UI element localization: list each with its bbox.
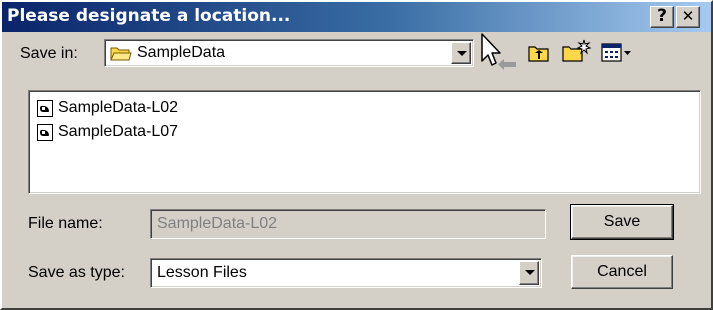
save-as-type-label: Save as type: — [28, 264, 125, 281]
save-in-label: Save in: — [20, 45, 78, 62]
save-as-type-dropdown[interactable]: Lesson Files — [150, 258, 542, 288]
lesson-file-icon — [37, 99, 53, 117]
title-bar[interactable]: Please designate a location... ? ✕ — [2, 2, 711, 32]
save-dialog: Please designate a location... ? ✕ Save … — [0, 0, 713, 310]
file-name-label: File name: — [28, 215, 103, 232]
save-in-dropdown-arrow[interactable] — [451, 42, 471, 64]
save-as-type-value: Lesson Files — [157, 264, 247, 281]
list-item[interactable]: SampleData-L07 — [37, 121, 178, 143]
help-button[interactable]: ? — [650, 6, 674, 28]
list-item[interactable]: SampleData-L02 — [37, 97, 178, 119]
new-folder-icon[interactable] — [562, 39, 592, 63]
window-title: Please designate a location... — [7, 6, 291, 26]
up-folder-icon[interactable] — [528, 43, 550, 63]
folder-icon — [110, 47, 132, 61]
lesson-file-icon — [37, 123, 53, 141]
cancel-button[interactable]: Cancel — [571, 255, 673, 289]
view-menu-icon[interactable] — [601, 43, 633, 63]
file-name-value: SampleData-L02 — [157, 215, 278, 232]
back-icon[interactable] — [498, 57, 518, 71]
save-button[interactable]: Save — [570, 204, 674, 240]
save-in-value: SampleData — [137, 44, 226, 61]
close-button[interactable]: ✕ — [676, 6, 700, 28]
file-list[interactable]: SampleData-L02 SampleData-L07 — [28, 90, 701, 194]
file-name-field[interactable]: SampleData-L02 — [150, 209, 546, 239]
save-as-type-dropdown-arrow[interactable] — [519, 261, 539, 285]
file-item-label: SampleData-L02 — [58, 99, 179, 116]
file-item-label: SampleData-L07 — [58, 123, 179, 140]
save-in-dropdown[interactable]: SampleData — [104, 39, 474, 67]
